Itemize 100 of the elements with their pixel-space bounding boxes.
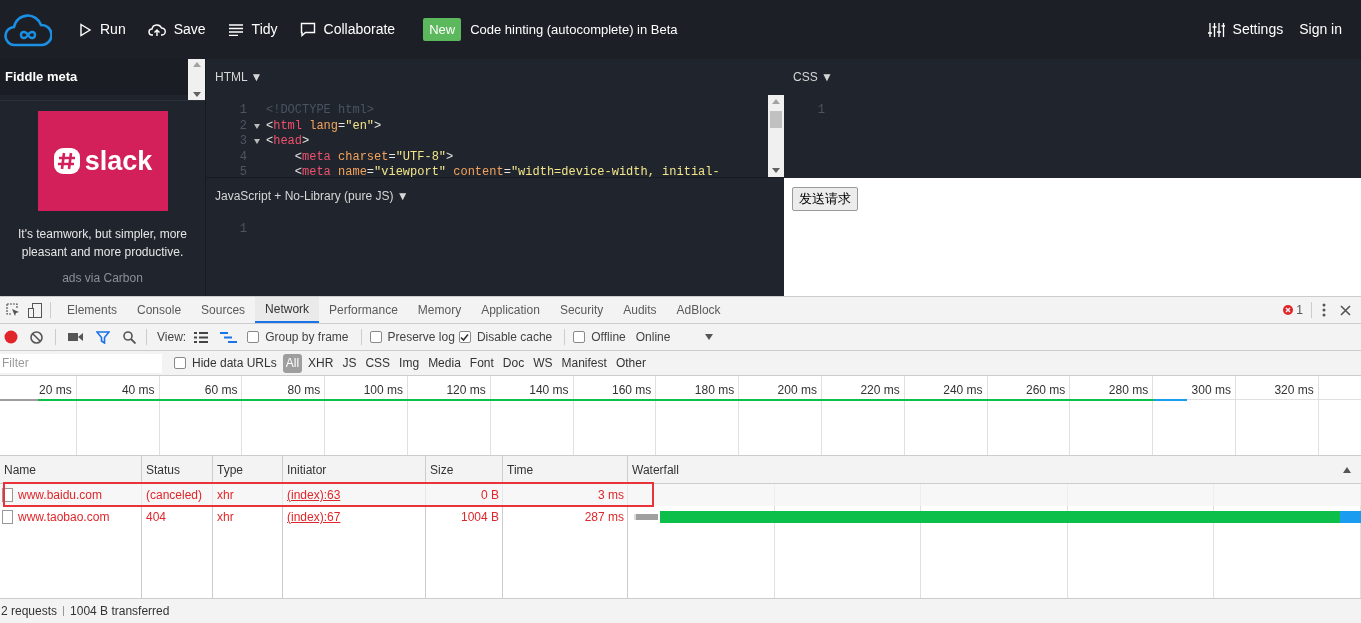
column-header[interactable]: Time <box>503 456 628 483</box>
devtools-tab[interactable]: Performance <box>319 297 408 323</box>
caret-icon <box>705 334 714 340</box>
devtools-tab[interactable]: Network <box>255 297 320 323</box>
time-tick-label: 20 ms <box>39 383 72 397</box>
filter-type-button[interactable]: Other <box>612 353 649 373</box>
checkbox[interactable] <box>174 357 186 369</box>
devtools-tab[interactable]: Audits <box>613 297 667 323</box>
sort-arrow-icon <box>1343 466 1351 473</box>
hash-logo-icon <box>52 147 81 175</box>
devtools-tab[interactable]: Application <box>471 297 550 323</box>
scrollbar[interactable] <box>188 59 205 100</box>
sliders-icon <box>1207 21 1225 38</box>
video-camera-icon[interactable] <box>68 332 83 342</box>
sign-in-link[interactable]: Sign in <box>1299 19 1342 40</box>
column-header[interactable]: Size <box>426 456 503 483</box>
initiator-link[interactable]: (index):63 <box>287 486 341 504</box>
column-header[interactable]: Name <box>0 456 142 483</box>
type-cell-text: xhr <box>216 509 235 526</box>
time-tick-label: 100 ms <box>363 383 403 397</box>
toolbar-button[interactable]: Collaborate <box>299 19 396 40</box>
request-count: 2 requests <box>1 603 58 620</box>
time-tick-label: 220 ms <box>860 383 900 397</box>
devtools-tab[interactable]: Console <box>127 297 192 323</box>
checkbox[interactable] <box>458 331 471 343</box>
devtools-tab[interactable]: Security <box>549 297 614 323</box>
new-badge: New <box>423 17 462 42</box>
list-view-icon[interactable] <box>194 331 209 343</box>
column-header[interactable]: Waterfall <box>628 456 1361 483</box>
filter-type-button[interactable]: Font <box>466 353 497 373</box>
time-tick-label: 260 ms <box>1026 383 1066 397</box>
scrollbar-thumb[interactable] <box>770 111 782 128</box>
request-name[interactable]: www.taobao.com <box>18 508 110 526</box>
filter-type-button[interactable]: Manifest <box>558 353 610 373</box>
toolbar-button[interactable]: Run <box>78 19 126 40</box>
panel-title[interactable]: HTML ▼ <box>206 59 784 95</box>
search-icon[interactable] <box>123 330 136 344</box>
record-button[interactable] <box>4 330 18 344</box>
checkbox[interactable] <box>573 331 586 343</box>
time-tick-label: 200 ms <box>777 383 817 397</box>
filter-type-button[interactable]: WS <box>530 353 556 373</box>
ad-text: It's teamwork, but simpler, more pleasant and more productive. <box>17 226 188 261</box>
filter-icon[interactable] <box>96 330 110 344</box>
type-cell-text: xhr <box>216 487 235 504</box>
panel-title[interactable]: JavaScript + No-Library (pure JS) ▼ <box>206 178 784 214</box>
error-icon <box>1283 305 1294 315</box>
cloud-logo-icon[interactable] <box>4 12 52 47</box>
devtools-tab[interactable]: Memory <box>407 297 472 323</box>
time-tick-label: 140 ms <box>529 383 569 397</box>
ad-credit-link[interactable]: ads via Carbon <box>62 269 143 287</box>
checkbox-label: Disable cache <box>476 329 553 346</box>
filter-input[interactable]: Filter <box>0 353 162 373</box>
time-tick-label: 280 ms <box>1108 383 1149 397</box>
clear-icon[interactable] <box>30 330 43 344</box>
settings-button[interactable]: Settings <box>1207 19 1284 40</box>
checkbox-label: Offline <box>591 329 626 346</box>
panel-title[interactable]: CSS ▼ <box>784 59 1361 95</box>
toolbar-button[interactable]: Save <box>147 19 206 40</box>
checkbox-label: Group by frame <box>265 329 349 346</box>
status-cell-text: (canceled) <box>145 487 204 504</box>
waterfall-view-icon[interactable] <box>220 331 238 343</box>
code-line: <meta name="viewport" content="width=device-width, initial- <box>293 165 720 177</box>
error-count: 1 <box>1296 302 1303 319</box>
filter-type-button[interactable]: JS <box>339 353 360 373</box>
time-tick-label: 320 ms <box>1274 383 1314 397</box>
filter-type-button[interactable]: Doc <box>499 353 528 373</box>
scroll-down-arrow-icon[interactable] <box>772 168 780 173</box>
initiator-link[interactable]: (index):67 <box>287 508 341 526</box>
devtools-tab[interactable]: Elements <box>57 297 128 323</box>
fold-triangle-icon[interactable] <box>253 123 260 129</box>
send-request-button[interactable]: 发送请求 <box>792 187 858 211</box>
time-tick-label: 40 ms <box>121 383 155 397</box>
column-header[interactable]: Initiator <box>283 456 426 483</box>
scroll-down-arrow-icon[interactable] <box>192 92 201 97</box>
checkbox[interactable] <box>247 331 260 343</box>
code-line: <meta charset="UTF-8"> <box>293 149 454 165</box>
play-icon <box>78 22 92 37</box>
time-tick-label: 160 ms <box>612 383 652 397</box>
lines-icon <box>227 23 244 36</box>
checkbox-label: Preserve log <box>387 329 455 346</box>
fold-triangle-icon[interactable] <box>253 139 260 145</box>
devtools-tab[interactable]: AdBlock <box>666 297 731 323</box>
filter-type-button[interactable]: Media <box>425 353 464 373</box>
checkbox[interactable] <box>369 331 382 343</box>
filter-type-button[interactable]: CSS <box>362 353 394 373</box>
request-name[interactable]: www.baidu.com <box>18 486 103 504</box>
devtools-tab[interactable]: Sources <box>191 297 256 323</box>
throttle-dropdown[interactable]: Online <box>635 328 714 346</box>
column-header[interactable]: Status <box>142 456 213 483</box>
time-tick-label: 180 ms <box>694 383 735 397</box>
scrollbar[interactable] <box>768 95 784 177</box>
time-cell-text: 287 ms <box>583 509 625 526</box>
toolbar-button[interactable]: Tidy <box>227 19 278 40</box>
filter-type-button[interactable]: XHR <box>305 353 337 373</box>
code-line: <html lang="en"> <box>266 118 382 134</box>
size-cell-text: 0 B <box>480 487 500 504</box>
ad-banner[interactable]: slack <box>37 111 168 211</box>
status-cell-text: 404 <box>145 509 168 526</box>
filter-type-button[interactable]: Img <box>396 353 423 373</box>
column-header[interactable]: Type <box>213 456 283 483</box>
